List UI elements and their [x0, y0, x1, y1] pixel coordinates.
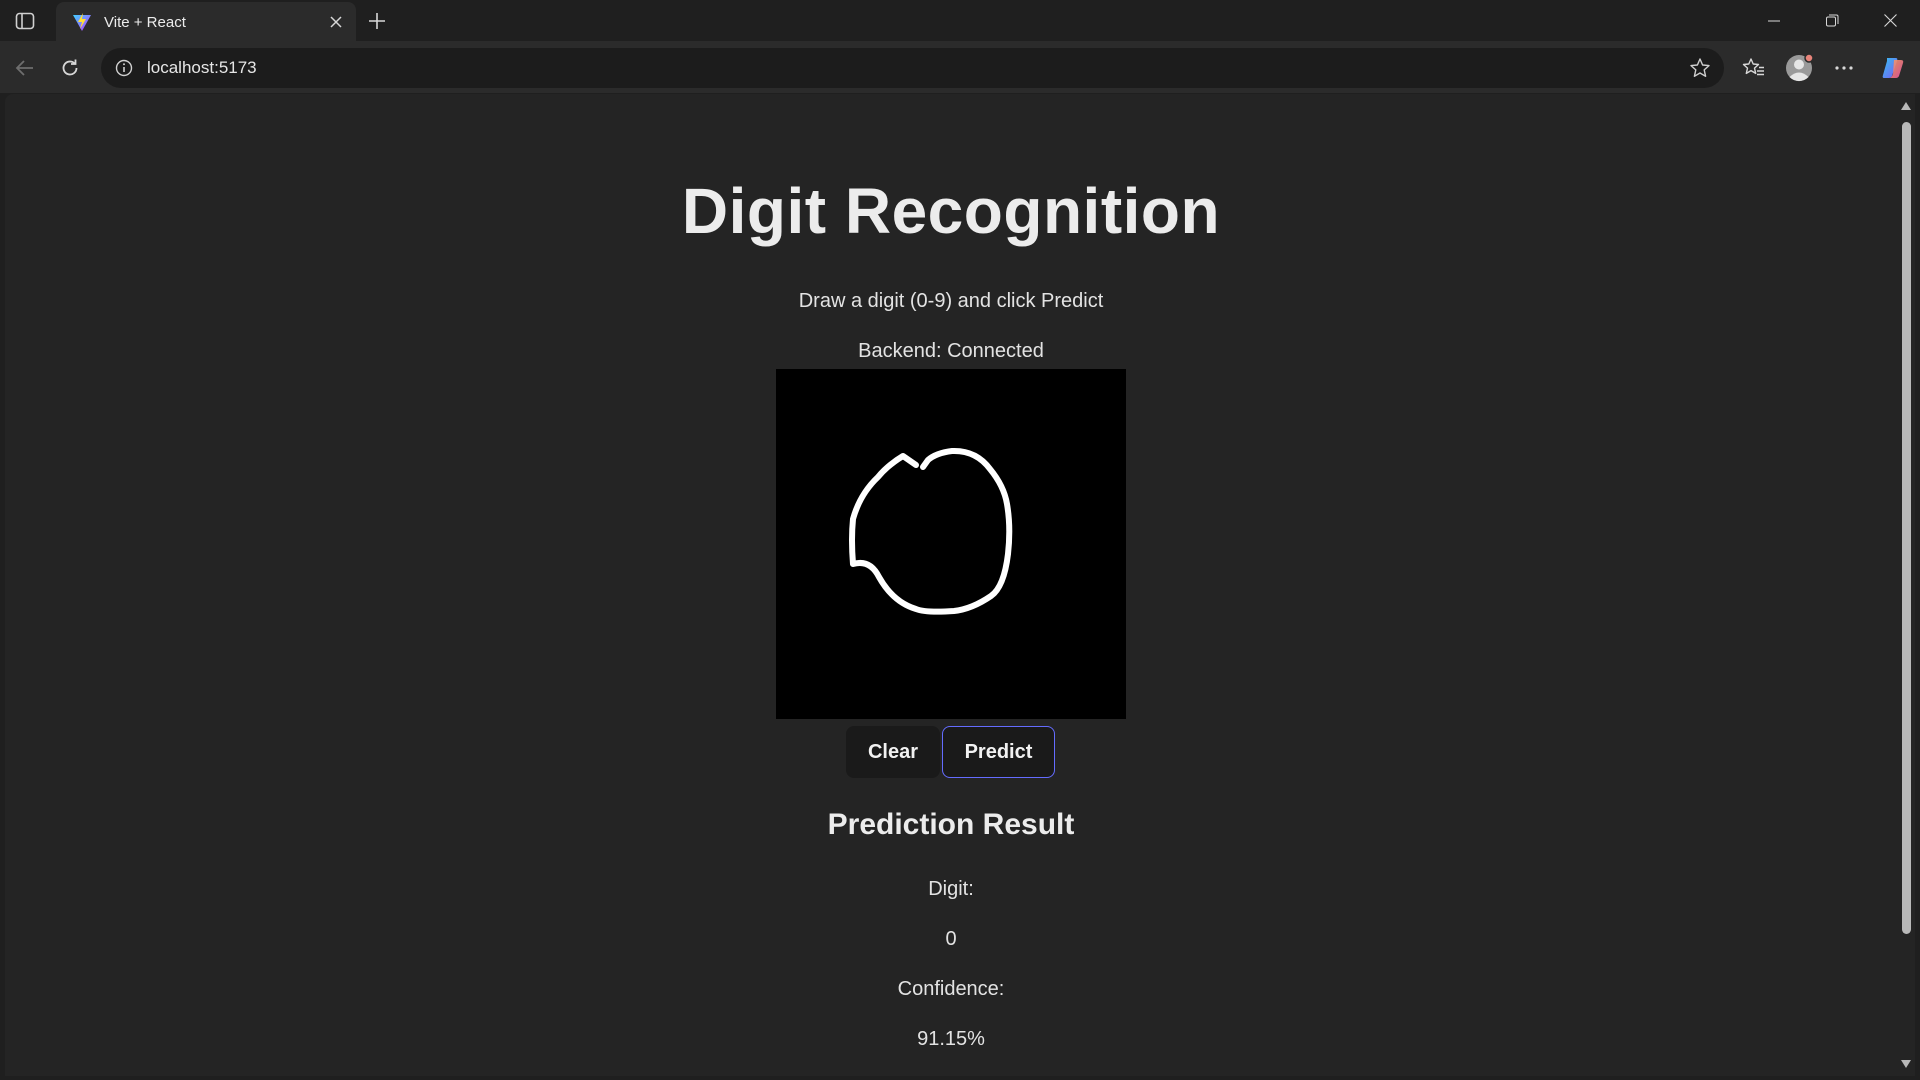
scroll-down-arrow[interactable]	[1901, 1060, 1911, 1068]
close-tab-button[interactable]	[322, 8, 350, 36]
tab-actions-button[interactable]	[10, 7, 40, 35]
star-icon	[1690, 58, 1710, 77]
confidence-value: 91.15%	[917, 1028, 985, 1050]
minimize-button[interactable]	[1745, 0, 1803, 41]
tab-title: Vite + React	[104, 13, 186, 31]
close-icon	[330, 16, 342, 28]
favorites-icon	[1742, 58, 1764, 76]
confidence-label: Confidence:	[897, 978, 1005, 1000]
restore-button[interactable]	[1803, 0, 1861, 41]
result-heading: Prediction Result	[827, 808, 1075, 841]
address-bar[interactable]: localhost:5173	[101, 48, 1724, 88]
profile-icon	[1786, 53, 1814, 82]
more-icon	[1835, 66, 1853, 70]
vite-logo-icon	[72, 12, 92, 32]
tab-bar: Vite + React	[0, 0, 1920, 42]
scroll-up-arrow[interactable]	[1901, 102, 1911, 110]
info-icon	[115, 59, 133, 77]
plus-icon	[369, 13, 385, 29]
digit-label: Digit:	[928, 878, 974, 900]
site-info-button[interactable]	[113, 57, 135, 79]
copilot-button[interactable]	[1876, 51, 1910, 85]
vertical-scrollbar[interactable]	[1897, 94, 1915, 1076]
scroll-thumb[interactable]	[1902, 122, 1911, 934]
favorite-button[interactable]	[1686, 54, 1714, 82]
drawn-digit-stroke	[849, 447, 1013, 615]
digit-value: 0	[945, 928, 957, 950]
window-close-icon	[1883, 14, 1897, 27]
instructions-text: Draw a digit (0-9) and click Predict	[798, 290, 1104, 312]
restore-icon	[1825, 14, 1838, 27]
backend-status: Backend: Connected	[858, 340, 1044, 362]
browser-tab[interactable]: Vite + React	[56, 2, 356, 42]
page-title: Digit Recognition	[681, 175, 1221, 247]
refresh-button[interactable]	[53, 51, 87, 85]
back-icon	[15, 60, 33, 76]
favorites-button[interactable]	[1737, 51, 1771, 85]
refresh-icon	[62, 59, 78, 76]
minimize-icon	[1768, 20, 1780, 21]
predict-button[interactable]: Predict	[942, 726, 1055, 778]
more-button[interactable]	[1827, 51, 1861, 85]
url-text[interactable]: localhost:5173	[147, 58, 257, 78]
copilot-icon	[1882, 58, 1904, 78]
browser-toolbar: localhost:5173	[0, 41, 1920, 93]
sidebar-toggle-icon	[15, 12, 35, 30]
profile-button[interactable]	[1782, 51, 1816, 85]
drawing-canvas[interactable]	[776, 369, 1126, 719]
window-close-button[interactable]	[1861, 0, 1919, 41]
back-button[interactable]	[8, 51, 42, 85]
new-tab-button[interactable]	[362, 6, 392, 36]
clear-button[interactable]: Clear	[846, 726, 940, 778]
page-viewport: Digit Recognition Draw a digit (0-9) and…	[5, 94, 1897, 1076]
